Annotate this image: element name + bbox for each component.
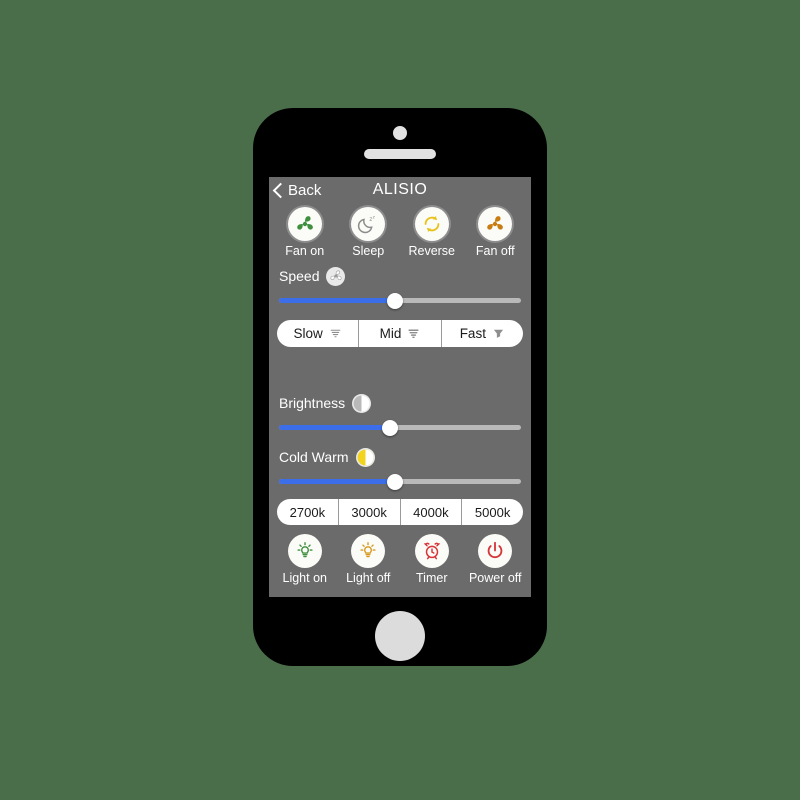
light-on-label: Light on xyxy=(282,571,327,585)
speed-option-slow[interactable]: Slow xyxy=(277,320,360,347)
bulb-icon xyxy=(360,542,376,558)
brightness-slider-fill xyxy=(279,425,391,430)
brightness-label: Brightness xyxy=(279,395,346,411)
bulb-icon xyxy=(297,542,313,558)
speed-option-mid[interactable]: Mid xyxy=(359,320,442,347)
cold-warm-label-row: Cold Warm xyxy=(269,445,531,469)
timer-label: Timer xyxy=(416,571,448,585)
timer-button[interactable]: Timer xyxy=(401,534,463,585)
color-temperature-control: 2700k 3000k 4000k 5000k xyxy=(277,499,523,525)
temp-option-3000k[interactable]: 3000k xyxy=(339,499,401,525)
tornado-medium-icon xyxy=(408,329,419,338)
cold-warm-label: Cold Warm xyxy=(279,449,349,465)
fan-small-icon xyxy=(326,266,346,286)
power-off-icon-circle xyxy=(478,534,513,568)
earpiece-speaker xyxy=(364,149,436,159)
speed-segmented-control: Slow Mid Fast xyxy=(277,320,523,347)
fan-off-label: Fan off xyxy=(475,244,515,258)
sleep-label: Sleep xyxy=(352,244,385,258)
fan-icon xyxy=(487,216,504,230)
moon-zzz-icon: z z xyxy=(358,215,376,234)
speed-slider-fill xyxy=(279,298,396,303)
svg-text:z: z xyxy=(373,215,376,220)
phone-screen: Back ALISIO Fan on z z Sleep Reverse Fan… xyxy=(269,177,531,597)
fan-small-glyph xyxy=(330,270,342,280)
speed-option-slow-label: Slow xyxy=(293,326,323,341)
cold-warm-slider[interactable] xyxy=(279,474,521,490)
speed-label: Speed xyxy=(279,268,320,284)
cold-warm-slider-thumb[interactable] xyxy=(387,474,404,490)
sleep-icon-circle: z z xyxy=(351,207,386,241)
light-on-button[interactable]: Light on xyxy=(274,534,336,585)
circular-arrows-icon xyxy=(424,215,440,233)
power-icon xyxy=(487,541,503,559)
fan-control-row: Fan on z z Sleep Reverse Fan off xyxy=(269,207,531,258)
light-off-icon-circle xyxy=(351,534,386,568)
home-button[interactable] xyxy=(375,611,425,661)
power-off-button[interactable]: Power off xyxy=(464,534,526,585)
speed-option-fast[interactable]: Fast xyxy=(442,320,523,347)
front-camera-icon xyxy=(393,126,407,140)
page-title: ALISIO xyxy=(372,181,428,198)
sleep-button[interactable]: z z Sleep xyxy=(337,207,399,258)
phone-frame: Back ALISIO Fan on z z Sleep Reverse Fan… xyxy=(253,108,547,666)
half-circle-yellow-icon xyxy=(355,447,375,467)
fan-off-icon-circle xyxy=(478,207,513,241)
power-off-label: Power off xyxy=(468,571,522,585)
tornado-light-icon xyxy=(330,329,341,338)
cold-warm-slider-fill xyxy=(279,479,396,484)
speed-slider-thumb[interactable] xyxy=(387,293,404,309)
fan-on-icon-circle xyxy=(287,207,322,241)
navigation-bar: Back ALISIO xyxy=(269,177,531,207)
alarm-clock-icon xyxy=(423,542,440,560)
fan-on-label: Fan on xyxy=(285,244,325,258)
timer-icon-circle xyxy=(414,534,449,568)
reverse-button[interactable]: Reverse xyxy=(401,207,463,258)
fan-off-button[interactable]: Fan off xyxy=(464,207,526,258)
light-off-label: Light off xyxy=(346,571,391,585)
brightness-slider[interactable] xyxy=(279,420,521,436)
brightness-label-row: Brightness xyxy=(269,391,531,415)
temp-option-4000k[interactable]: 4000k xyxy=(401,499,463,525)
speed-slider[interactable] xyxy=(279,293,521,309)
cold-warm-glyph xyxy=(357,449,373,465)
temp-option-5000k[interactable]: 5000k xyxy=(462,499,523,525)
speed-option-mid-label: Mid xyxy=(379,326,402,341)
reverse-icon-circle xyxy=(414,207,449,241)
fan-on-button[interactable]: Fan on xyxy=(274,207,336,258)
speed-label-row: Speed xyxy=(269,264,531,288)
reverse-label: Reverse xyxy=(408,244,456,258)
brightness-slider-thumb[interactable] xyxy=(382,420,399,436)
tornado-solid-icon xyxy=(493,329,504,338)
speed-option-fast-label: Fast xyxy=(459,326,486,341)
light-control-row: Light on Light off Timer Power off xyxy=(269,534,531,585)
temp-option-2700k[interactable]: 2700k xyxy=(277,499,339,525)
light-off-button[interactable]: Light off xyxy=(337,534,399,585)
brightness-glyph xyxy=(353,395,370,411)
fan-icon xyxy=(296,216,313,230)
half-circle-white-icon xyxy=(352,393,372,413)
light-on-icon-circle xyxy=(287,534,322,568)
